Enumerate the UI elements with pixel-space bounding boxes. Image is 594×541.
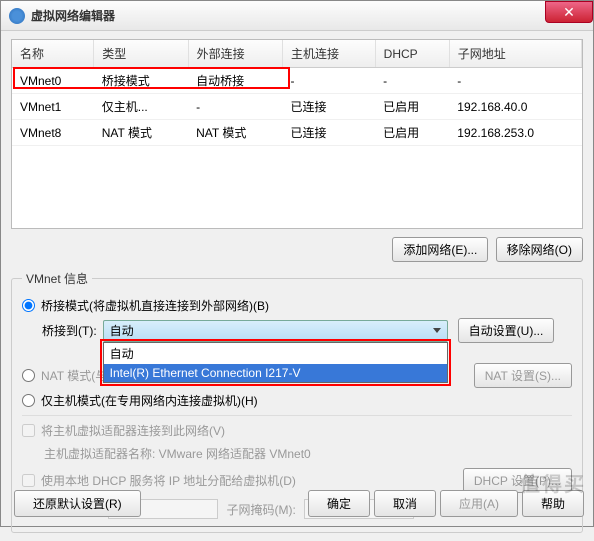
table-row[interactable]: VMnet8 NAT 模式 NAT 模式 已连接 已启用 192.168.253…	[12, 120, 582, 146]
nat-radio[interactable]	[22, 369, 35, 382]
cell-ext: NAT 模式	[188, 120, 282, 146]
apply-button: 应用(A)	[440, 490, 518, 517]
cell-subnet: -	[449, 68, 581, 94]
col-type[interactable]: 类型	[94, 40, 188, 68]
ok-button[interactable]: 确定	[308, 490, 370, 517]
connect-host-checkbox	[22, 424, 35, 437]
cell-ext: -	[188, 94, 282, 120]
bridge-to-label: 桥接到(T):	[42, 322, 97, 339]
bridge-option[interactable]: 自动	[104, 343, 447, 364]
auto-settings-button[interactable]: 自动设置(U)...	[458, 318, 555, 343]
cell-host: 已连接	[283, 94, 376, 120]
col-dhcp[interactable]: DHCP	[375, 40, 449, 68]
nat-settings-button: NAT 设置(S)...	[474, 363, 572, 388]
window-title: 虚拟网络编辑器	[31, 7, 115, 24]
connect-host-label: 将主机虚拟适配器连接到此网络(V)	[41, 422, 225, 439]
cell-dhcp: -	[375, 68, 449, 94]
cell-host: -	[283, 68, 376, 94]
table-row[interactable]: VMnet1 仅主机... - 已连接 已启用 192.168.40.0	[12, 94, 582, 120]
cell-subnet: 192.168.253.0	[449, 120, 581, 146]
remove-network-button[interactable]: 移除网络(O)	[496, 237, 583, 262]
bridge-dropdown-list[interactable]: 自动 Intel(R) Ethernet Connection I217-V	[103, 342, 448, 383]
cell-name: VMnet1	[12, 94, 94, 120]
cell-host: 已连接	[283, 120, 376, 146]
col-name[interactable]: 名称	[12, 40, 94, 68]
bridge-radio-label: 桥接模式(将虚拟机直接连接到外部网络)(B)	[41, 297, 269, 314]
table-row[interactable]: VMnet0 桥接模式 自动桥接 - - -	[12, 68, 582, 94]
host-adapter-name: 主机虚拟适配器名称: VMware 网络适配器 VMnet0	[44, 445, 311, 462]
use-dhcp-checkbox	[22, 474, 35, 487]
bridge-radio[interactable]	[22, 299, 35, 312]
cancel-button[interactable]: 取消	[374, 490, 436, 517]
cell-type: NAT 模式	[94, 120, 188, 146]
bridge-option[interactable]: Intel(R) Ethernet Connection I217-V	[104, 364, 447, 382]
cell-dhcp: 已启用	[375, 120, 449, 146]
cell-type: 仅主机...	[94, 94, 188, 120]
cell-dhcp: 已启用	[375, 94, 449, 120]
app-icon	[9, 8, 25, 24]
help-button[interactable]: 帮助	[522, 490, 584, 517]
cell-name: VMnet8	[12, 120, 94, 146]
chevron-down-icon	[433, 328, 441, 333]
col-subnet[interactable]: 子网地址	[449, 40, 581, 68]
cell-name: VMnet0	[12, 68, 94, 94]
add-network-button[interactable]: 添加网络(E)...	[392, 237, 488, 262]
network-table[interactable]: 名称 类型 外部连接 主机连接 DHCP 子网地址 VMnet0 桥接模式 自动…	[11, 39, 583, 229]
restore-defaults-button[interactable]: 还原默认设置(R)	[14, 490, 141, 517]
hostonly-radio-label: 仅主机模式(在专用网络内连接虚拟机)(H)	[41, 392, 258, 409]
cell-ext: 自动桥接	[188, 68, 282, 94]
col-host[interactable]: 主机连接	[283, 40, 376, 68]
hostonly-radio[interactable]	[22, 394, 35, 407]
col-ext[interactable]: 外部连接	[188, 40, 282, 68]
bridge-selected-value: 自动	[110, 322, 134, 339]
bridge-to-dropdown[interactable]: 自动	[103, 320, 448, 342]
titlebar: 虚拟网络编辑器 ✕	[1, 1, 593, 31]
close-button[interactable]: ✕	[545, 1, 593, 23]
vmnet-info-legend: VMnet 信息	[22, 270, 92, 287]
cell-type: 桥接模式	[94, 68, 188, 94]
use-dhcp-label: 使用本地 DHCP 服务将 IP 地址分配给虚拟机(D)	[41, 472, 296, 489]
cell-subnet: 192.168.40.0	[449, 94, 581, 120]
